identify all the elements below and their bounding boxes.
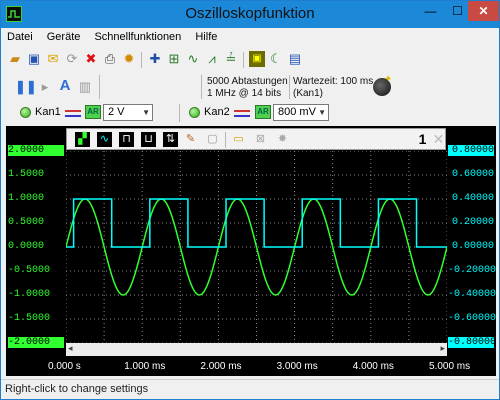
time-tick-label: 4.000 ms bbox=[352, 361, 394, 372]
app-window: Oszilloskopfunktion — ☐ ✕ Datei Geräte S… bbox=[0, 0, 500, 400]
oscilloscope-display[interactable]: 2.0000 1.5000 1.0000 0.5000 0.0000 -0.5000 -1.… bbox=[6, 126, 496, 376]
channel2-autorange-button[interactable]: AR bbox=[255, 105, 271, 119]
zoom-fit-icon[interactable]: ▞ bbox=[75, 132, 90, 147]
time-tick-label: 2.000 ms bbox=[200, 361, 242, 372]
channel1-tick-label: -0.5000 bbox=[8, 265, 51, 276]
channel2-tick-label: -0.20000 bbox=[448, 265, 497, 276]
wait-time-knob[interactable]: ✦ bbox=[373, 74, 393, 96]
reference-waveform-icon[interactable]: ⩘ bbox=[204, 51, 220, 67]
sample-rate-text: 1 MHz @ 14 bits bbox=[207, 88, 282, 99]
channel1-coupling-icon[interactable] bbox=[65, 110, 81, 117]
close-cursor-icon[interactable]: ✕ bbox=[431, 132, 446, 147]
channel2-tick-label: -0.60000 bbox=[448, 313, 497, 324]
channel1-tick-label: 0.0000 bbox=[8, 241, 45, 252]
channel1-axis: 2.0000 1.5000 1.0000 0.5000 0.0000 -0.5000 -1.… bbox=[6, 126, 66, 356]
math-channel-icon[interactable]: ∿ bbox=[185, 51, 201, 67]
menu-geraete[interactable]: Geräte bbox=[47, 31, 81, 43]
samples-text: 5000 Abtastungen bbox=[207, 76, 288, 87]
channel2-tick-label: -0.80000 bbox=[448, 337, 497, 348]
channel1-tick-label: -2.0000 bbox=[8, 337, 64, 348]
menu-bar: Datei Geräte Schnellfunktionen Hilfe bbox=[7, 31, 228, 47]
title-bar[interactable]: Oszilloskopfunktion — ☐ ✕ bbox=[1, 1, 499, 28]
menu-hilfe[interactable]: Hilfe bbox=[195, 31, 217, 43]
save-icon[interactable]: ▣ bbox=[26, 51, 42, 67]
channel-bar: Kan1 AR 2 V ▼ Kan2 AR 800 mV ▼ bbox=[1, 102, 499, 124]
channel2-tick-label: 0.80000 bbox=[448, 145, 494, 156]
chevron-down-icon: ▼ bbox=[142, 108, 150, 117]
eraser-icon[interactable]: ▢ bbox=[205, 132, 220, 147]
channel1-tick-label: 0.5000 bbox=[8, 217, 45, 228]
time-tick-label: 5.000 ms bbox=[429, 361, 471, 372]
close-window-icon[interactable]: ⊠ bbox=[253, 132, 268, 147]
channel2-range-value: 800 mV bbox=[278, 106, 316, 118]
measure-icon[interactable]: ⊞ bbox=[166, 51, 182, 67]
chevron-down-icon: ▼ bbox=[318, 108, 326, 117]
comment-icon[interactable]: ▭ bbox=[231, 132, 246, 147]
channel2-tick-label: 0.00000 bbox=[451, 241, 494, 252]
add-cursor-icon[interactable]: ✚ bbox=[147, 51, 163, 67]
channel2-tick-label: 0.20000 bbox=[451, 217, 494, 228]
menu-schnellfunktionen[interactable]: Schnellfunktionen bbox=[94, 31, 181, 43]
main-toolbar: ▰ ▣ ✉ ⟳ ✖ ⎙ ✹ ✚ ⊞ ∿ ⩘ ≟ ▣ ☾ ▤ bbox=[7, 51, 497, 71]
pen-icon[interactable]: ✎ bbox=[183, 132, 198, 147]
generator-icon[interactable]: ▣ bbox=[249, 51, 265, 67]
channel2-label: Kan2 bbox=[204, 106, 230, 118]
time-tick-label: 0.000 s bbox=[48, 361, 81, 372]
trigger-falling-icon[interactable]: ⊔ bbox=[141, 132, 156, 147]
channel2-range-select[interactable]: 800 mV ▼ bbox=[273, 104, 329, 121]
refresh-icon[interactable]: ⟳ bbox=[64, 51, 80, 67]
waveform-plot[interactable] bbox=[66, 151, 447, 343]
time-tick-label: 1.000 ms bbox=[124, 361, 166, 372]
maximize-button[interactable]: ☐ bbox=[444, 1, 471, 21]
spark-icon[interactable]: ✸ bbox=[275, 132, 290, 147]
horizontal-scrollbar[interactable]: ◂ ▸ bbox=[66, 343, 447, 356]
trigger-rising-icon[interactable]: ⊓ bbox=[119, 132, 134, 147]
filter-icon[interactable]: ≟ bbox=[223, 51, 239, 67]
scope-toolbar: ▞ ∿ ⊓ ⊔ ⇅ ✎ ▢ ▭ ⊠ ✸ 1 ✕ bbox=[66, 128, 446, 150]
channel1-tick-label: 1.5000 bbox=[8, 169, 45, 180]
acquisition-bar: ❚❚ ▸ A ▥ 5000 Abtastungen 1 MHz @ 14 bit… bbox=[1, 73, 499, 101]
channel1-led-icon[interactable] bbox=[20, 107, 31, 118]
wait-time-text: Wartezeit: 100 ms bbox=[293, 76, 374, 87]
trigger-auto-icon[interactable]: ∿ bbox=[97, 132, 112, 147]
settings-gear-icon[interactable]: ✹ bbox=[121, 51, 137, 67]
channel1-tick-label: 2.0000 bbox=[8, 145, 64, 156]
knob-pointer-icon: ✦ bbox=[384, 74, 393, 85]
email-icon[interactable]: ✉ bbox=[45, 51, 61, 67]
channel-options-icon[interactable]: ▤ bbox=[287, 51, 303, 67]
persistence-icon[interactable]: ☾ bbox=[268, 51, 284, 67]
delete-icon[interactable]: ✖ bbox=[83, 51, 99, 67]
trigger-level-icon[interactable]: ⇅ bbox=[163, 132, 178, 147]
print-icon[interactable]: ⎙ bbox=[102, 51, 118, 67]
wait-channel-text: (Kan1) bbox=[293, 88, 324, 99]
channel2-tick-label: -0.40000 bbox=[448, 289, 497, 300]
channel1-range-select[interactable]: 2 V ▼ bbox=[103, 104, 153, 121]
status-bar: Right-click to change settings bbox=[1, 379, 499, 399]
menu-datei[interactable]: Datei bbox=[7, 31, 33, 43]
close-button[interactable]: ✕ bbox=[468, 1, 499, 21]
minimize-button[interactable]: — bbox=[417, 1, 444, 21]
compare-icon[interactable]: ▥ bbox=[77, 79, 93, 95]
open-folder-icon[interactable]: ▰ bbox=[7, 51, 23, 67]
time-tick-label: 3.000 ms bbox=[276, 361, 318, 372]
channel1-range-value: 2 V bbox=[108, 106, 125, 118]
cursor-count: 1 bbox=[418, 131, 427, 147]
channel1-label: Kan1 bbox=[35, 106, 61, 118]
channel2-led-icon[interactable] bbox=[189, 107, 200, 118]
channel2-tick-label: 0.60000 bbox=[451, 169, 494, 180]
channel1-tick-label: 1.0000 bbox=[8, 193, 45, 204]
channel1-tick-label: -1.5000 bbox=[8, 313, 51, 324]
scroll-left-icon[interactable]: ◂ bbox=[68, 343, 73, 354]
status-text: Right-click to change settings bbox=[5, 383, 149, 395]
channel2-tick-label: 0.40000 bbox=[451, 193, 494, 204]
time-axis: 0.000 s 1.000 ms 2.000 ms 3.000 ms 4.000 ms 5… bbox=[6, 358, 496, 376]
pause-icon[interactable]: ❚❚ bbox=[15, 79, 37, 95]
single-step-icon[interactable]: ▸ bbox=[37, 79, 53, 95]
channel2-axis: 0.80000 0.60000 0.40000 0.20000 0.00000 -0.20… bbox=[447, 126, 496, 356]
auto-setup-icon[interactable]: A bbox=[57, 78, 73, 94]
channel1-tick-label: -1.0000 bbox=[8, 289, 51, 300]
channel1-autorange-button[interactable]: AR bbox=[85, 105, 101, 119]
scroll-right-icon[interactable]: ▸ bbox=[440, 343, 445, 354]
channel2-coupling-icon[interactable] bbox=[234, 110, 250, 117]
